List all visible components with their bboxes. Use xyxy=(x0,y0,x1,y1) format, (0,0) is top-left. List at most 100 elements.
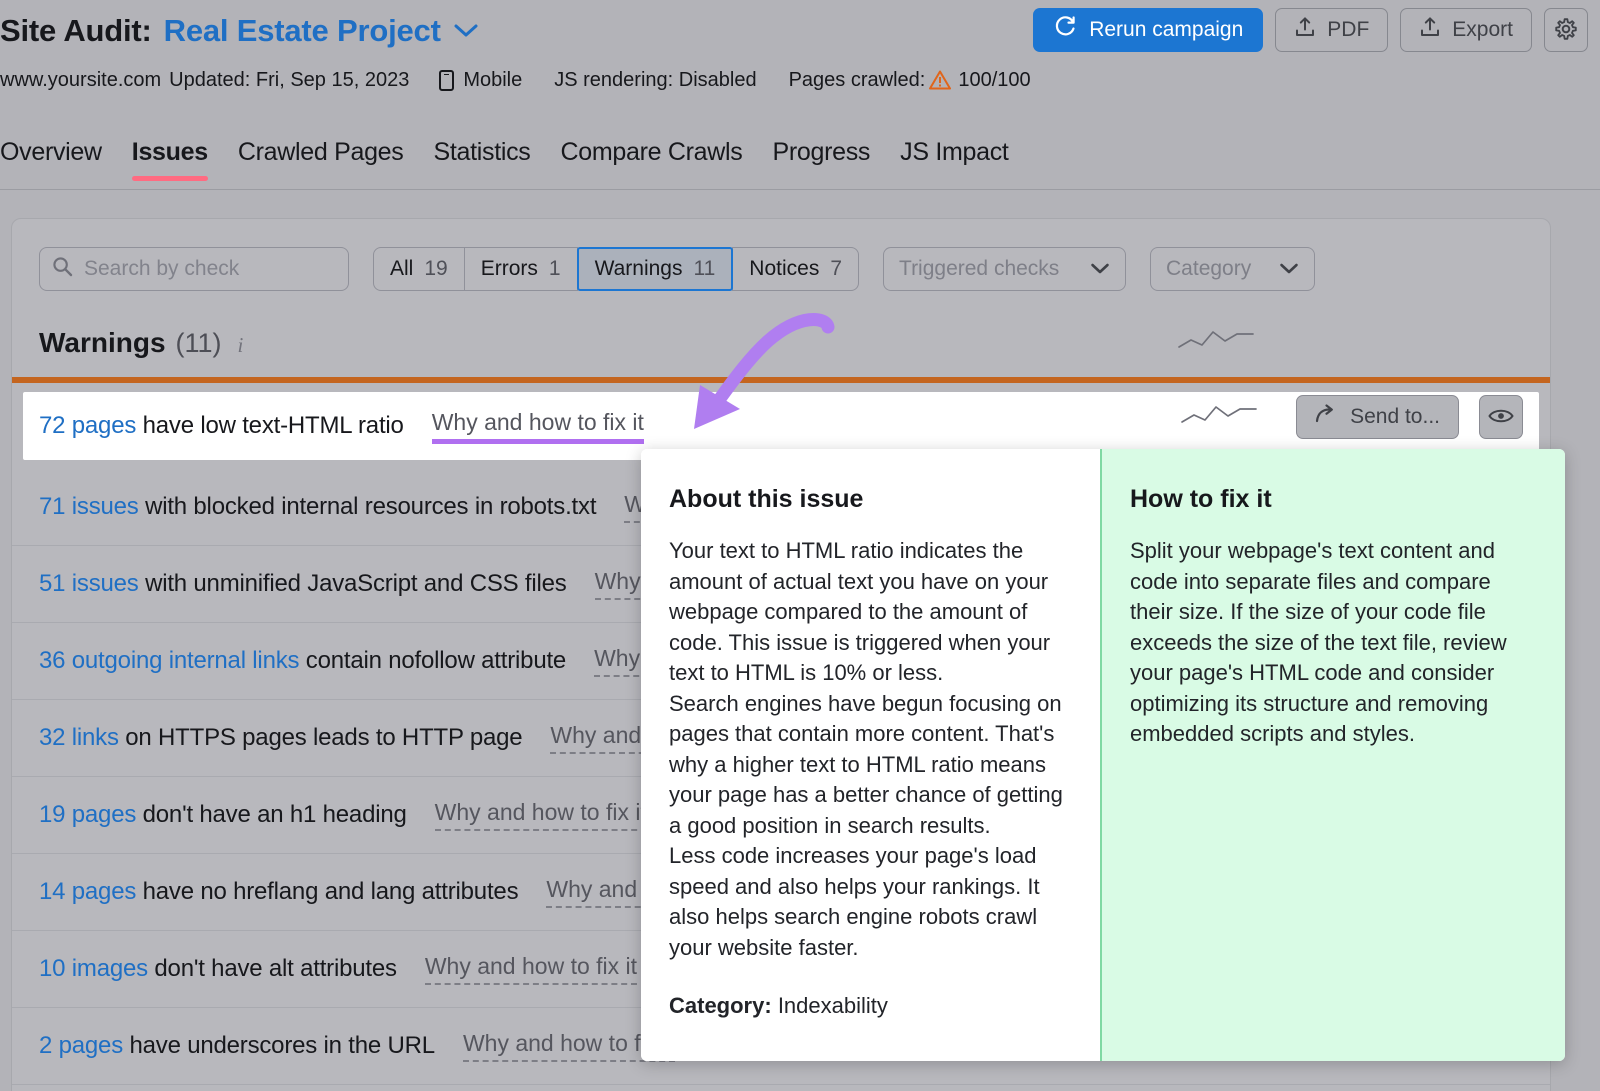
filter-warnings-label: Warnings xyxy=(595,257,683,281)
issue-count-link[interactable]: 71 issues xyxy=(39,493,139,520)
filter-errors[interactable]: Errors 1 xyxy=(464,247,578,291)
share-arrow-icon xyxy=(1315,404,1337,430)
gear-icon xyxy=(1554,17,1578,44)
search-check-box[interactable] xyxy=(39,247,349,291)
issue-count-link[interactable]: 14 pages xyxy=(39,878,136,905)
tab-crawled-pages[interactable]: Crawled Pages xyxy=(223,138,419,181)
filter-notices-count: 7 xyxy=(830,257,842,281)
chevron-down-icon[interactable] xyxy=(453,19,479,43)
triggered-checks-label: Triggered checks xyxy=(899,257,1059,281)
filter-warnings[interactable]: Warnings 11 xyxy=(577,247,734,291)
triggered-checks-dropdown[interactable]: Triggered checks xyxy=(883,247,1126,291)
warning-triangle-icon xyxy=(929,70,951,90)
category-label: Category xyxy=(1166,257,1251,281)
issue-count-link[interactable]: 32 links xyxy=(39,724,119,751)
issue-count-link[interactable]: 2 pages xyxy=(39,1032,123,1059)
js-rendering-status: JS rendering: Disabled xyxy=(554,69,756,92)
issue-description: have low text-HTML ratio xyxy=(143,412,404,439)
issue-description: with blocked internal resources in robot… xyxy=(145,493,596,520)
search-icon xyxy=(52,256,73,282)
page-title-static: Site Audit: xyxy=(0,13,152,49)
send-to-label: Send to... xyxy=(1350,405,1440,429)
tab-issues[interactable]: Issues xyxy=(117,138,223,181)
filter-notices[interactable]: Notices 7 xyxy=(732,247,859,291)
issue-description: don't have alt attributes xyxy=(154,955,396,982)
issue-count-link[interactable]: 51 issues xyxy=(39,570,139,597)
section-heading-label: Warnings xyxy=(39,327,166,359)
category-dropdown[interactable]: Category xyxy=(1150,247,1315,291)
pdf-export-button[interactable]: PDF xyxy=(1275,8,1388,52)
about-paragraph-2: Search engines have begun focusing on pa… xyxy=(669,689,1070,842)
filter-notices-label: Notices xyxy=(749,257,819,281)
issue-text: 72 pages have low text-HTML ratio xyxy=(39,412,404,440)
how-to-fix-heading: How to fix it xyxy=(1130,485,1531,514)
device-indicator: Mobile xyxy=(439,69,522,92)
send-to-button[interactable]: Send to... xyxy=(1296,395,1459,439)
issue-count-link[interactable]: 72 pages xyxy=(39,412,136,439)
tab-js-impact[interactable]: JS Impact xyxy=(885,138,1023,181)
export-label: Export xyxy=(1452,18,1513,42)
info-icon[interactable]: i xyxy=(238,333,244,358)
mobile-icon xyxy=(439,70,454,91)
tab-progress-label: Progress xyxy=(772,138,870,166)
issue-text: 71 issues with blocked internal resource… xyxy=(39,493,596,521)
why-and-how-link[interactable]: Why and how to fix it xyxy=(435,799,647,831)
tab-statistics-label: Statistics xyxy=(433,138,530,166)
issue-category-value: Indexability xyxy=(778,993,888,1018)
issue-count-link[interactable]: 19 pages xyxy=(39,801,136,828)
severity-filter-group: All 19 Errors 1 Warnings 11 Notices 7 xyxy=(373,247,859,291)
pdf-label: PDF xyxy=(1327,18,1369,42)
about-heading: About this issue xyxy=(669,485,1070,514)
filter-errors-label: Errors xyxy=(481,257,538,281)
tab-issues-label: Issues xyxy=(132,138,208,166)
issue-description: have no hreflang and lang attributes xyxy=(143,878,519,905)
tab-js-impact-label: JS Impact xyxy=(900,138,1008,166)
chevron-down-icon xyxy=(1279,259,1299,279)
why-and-how-link[interactable]: Why and how to fix it xyxy=(432,409,644,444)
filter-errors-count: 1 xyxy=(549,257,561,281)
row-sparkline-icon xyxy=(1180,402,1258,433)
issue-text: 10 images don't have alt attributes xyxy=(39,955,397,983)
about-paragraph-1: Your text to HTML ratio indicates the am… xyxy=(669,536,1070,689)
issue-description: with unminified JavaScript and CSS files xyxy=(145,570,567,597)
about-this-issue-panel: About this issue Your text to HTML ratio… xyxy=(641,449,1100,1061)
why-and-how-link[interactable]: Why and how to fix it xyxy=(425,953,637,985)
filter-all-label: All xyxy=(390,257,413,281)
filter-all[interactable]: All 19 xyxy=(373,247,465,291)
issue-count-link[interactable]: 36 outgoing internal links xyxy=(39,647,299,674)
site-url: www.yoursite.com xyxy=(0,69,161,92)
how-to-fix-paragraph: Split your webpage's text content and co… xyxy=(1130,536,1531,750)
tab-overview-label: Overview xyxy=(0,138,102,166)
main-tabs: Overview Issues Crawled Pages Statistics… xyxy=(0,138,1600,190)
eye-icon xyxy=(1488,407,1514,428)
upload-icon xyxy=(1419,16,1441,44)
issue-text: 36 outgoing internal links contain nofol… xyxy=(39,647,566,675)
page-title: Site Audit: Real Estate Project xyxy=(0,8,479,54)
chevron-down-icon xyxy=(1090,259,1110,279)
about-paragraph-3: Less code increases your page's load spe… xyxy=(669,841,1070,963)
project-name-link[interactable]: Real Estate Project xyxy=(164,13,441,49)
search-input[interactable] xyxy=(84,257,324,281)
upload-icon xyxy=(1294,16,1316,44)
settings-button[interactable] xyxy=(1544,8,1588,52)
tab-compare-crawls[interactable]: Compare Crawls xyxy=(546,138,758,181)
issue-text: 32 links on HTTPS pages leads to HTTP pa… xyxy=(39,724,522,752)
rerun-campaign-label: Rerun campaign xyxy=(1089,18,1243,42)
issue-text: 14 pages have no hreflang and lang attri… xyxy=(39,878,518,906)
page-header: Site Audit: Real Estate Project www.your… xyxy=(0,0,1600,122)
tab-compare-crawls-label: Compare Crawls xyxy=(561,138,743,166)
tab-statistics[interactable]: Statistics xyxy=(418,138,545,181)
issue-detail-popup: About this issue Your text to HTML ratio… xyxy=(641,449,1565,1061)
issue-text: 19 pages don't have an h1 heading xyxy=(39,801,407,829)
export-button[interactable]: Export xyxy=(1400,8,1532,52)
rerun-campaign-button[interactable]: Rerun campaign xyxy=(1033,8,1263,52)
pages-crawled-label: Pages crawled: xyxy=(789,69,926,92)
issue-count-link[interactable]: 10 images xyxy=(39,955,148,982)
toggle-visibility-button[interactable] xyxy=(1479,395,1523,439)
device-label: Mobile xyxy=(463,69,522,92)
issue-description: have underscores in the URL xyxy=(129,1032,434,1059)
tab-progress[interactable]: Progress xyxy=(757,138,885,181)
refresh-icon xyxy=(1053,15,1077,45)
issue-row-actions: Send to... xyxy=(1180,395,1523,439)
tab-overview[interactable]: Overview xyxy=(0,138,117,181)
